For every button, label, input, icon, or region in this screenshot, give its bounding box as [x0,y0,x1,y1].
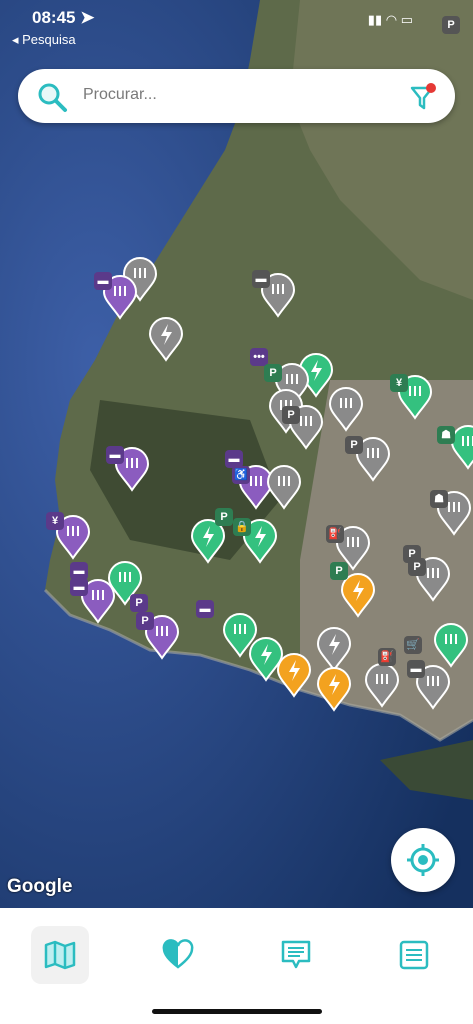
parking-badge-icon: P [408,558,426,576]
hotel-badge-icon: ▬ [106,446,124,464]
chat-icon [281,940,311,969]
hotel-badge-icon: ▬ [70,578,88,596]
charging-pin-grey[interactable] [364,662,400,708]
playground-badge-icon: ☗ [437,426,455,444]
battery-icon: ▭ [400,12,413,27]
parking-badge-icon: P [345,436,363,454]
signal-icon: ▮▮ [367,12,383,27]
fuel-badge-icon: ⛽ [378,648,396,666]
hotel-badge-icon: ▬ [196,600,214,618]
location-arrow-icon: ➤ [80,8,95,27]
hotel-badge-icon: ▬ [94,272,112,290]
status-bar: 08:45 ➤ ◂ Pesquisa ▮▮ ◠ ▭ [0,0,473,56]
parking-badge-icon: P [136,612,154,630]
tab-messages[interactable] [267,926,325,984]
playground-badge-icon: ☗ [430,490,448,508]
charging-pin-grey[interactable] [148,316,184,362]
lock-badge-icon: 🔒 [233,518,251,536]
charging-pin-grey[interactable] [266,464,302,510]
wifi-icon: ◠ [385,12,398,27]
bottom-tab-bar [0,908,473,1024]
restaurant-badge-icon: ¥ [390,374,408,392]
search-icon [38,83,67,112]
search-input[interactable]: Procurar... [83,86,157,104]
back-to-search-link[interactable]: ◂ Pesquisa [12,32,76,48]
filter-icon[interactable] [409,82,437,112]
locate-me-button[interactable] [391,828,455,892]
status-icons: ▮▮ ◠ ▭ [368,12,413,28]
hotel-badge-icon: ▬ [252,270,270,288]
filter-active-dot [426,83,436,93]
search-bar[interactable]: Procurar... [18,69,455,123]
list-icon [399,940,429,970]
hotel-badge-icon: ▬ [407,660,425,678]
status-time: 08:45 ➤ [32,8,95,27]
map-icon [44,940,76,970]
crosshair-icon [407,844,439,876]
parking-badge-icon: P [330,562,348,580]
google-attribution: Google [7,876,73,897]
parking-badge-icon: P [282,406,300,424]
charging-pin-orange[interactable] [316,666,352,712]
parking-badge-icon: P [264,364,282,382]
restaurant-badge-icon: ¥ [46,512,64,530]
charging-pin-green[interactable] [433,622,469,668]
accessible-badge-icon: ♿ [232,466,250,484]
shopping-badge-icon: 🛒 [404,636,422,654]
tab-map[interactable] [31,926,89,984]
parking-badge-icon: P [215,508,233,526]
fuel-badge-icon: ⛽ [326,525,344,543]
heart-icon [162,939,194,969]
map-view[interactable]: ▬ ▬ ••• P ¥ P P ▬ ▬ ♿ ¥ P 🔒 ⛽ P P P ▬ ▬ … [0,0,473,908]
tab-favorites[interactable] [149,926,207,984]
more-badge-icon: ••• [250,348,268,366]
charging-pin-grey[interactable] [328,386,364,432]
tab-list[interactable] [385,926,443,984]
home-indicator [152,1009,322,1014]
charging-pin-orange[interactable] [276,652,312,698]
parking-badge-icon: P [130,594,148,612]
